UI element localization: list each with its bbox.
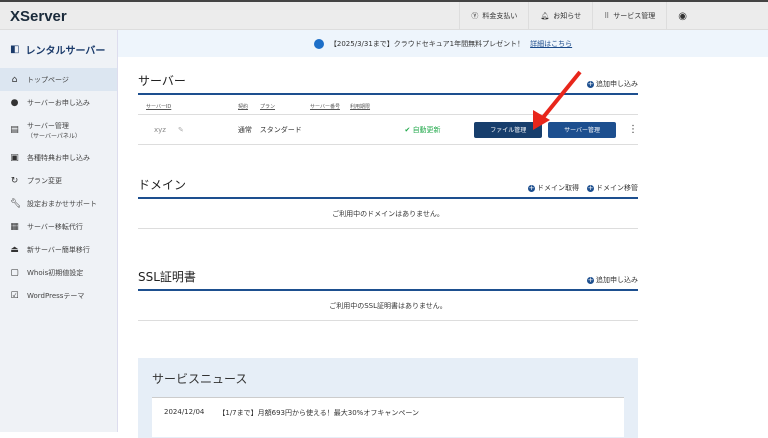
sidebar-item-benefits[interactable]: ▣ 各種特典お申し込み — [0, 146, 117, 169]
label: WordPressテーマ — [27, 291, 85, 300]
server-section: サーバー 追加申し込み サーバーID 契約 プラン サーバー番号 利用期限 xyz… — [138, 72, 638, 145]
label: 設定おまかせサポート — [27, 199, 97, 208]
add-server-button[interactable]: 追加申し込み — [587, 79, 638, 89]
sidebar-item-easy-migration[interactable]: ⏏ 新サーバー簡単移行 — [0, 238, 117, 261]
home-icon: ⌂ — [11, 74, 18, 85]
domain-empty: ご利用中のドメインはありません。 — [138, 199, 638, 229]
label: サーバーお申し込み — [27, 98, 90, 107]
nav-label: サービス管理 — [613, 12, 656, 20]
news-date: 2024/12/04 — [164, 408, 205, 416]
sidebar-item-support[interactable]: 🔧︎ 設定おまかせサポート — [0, 192, 117, 215]
logo[interactable]: XServer — [10, 8, 67, 25]
upload-icon: ⏏ — [10, 244, 19, 255]
whois-icon: ▢ — [10, 267, 19, 278]
promo-banner: 【2025/3/31まで】クラウドセキュア1年間無料プレゼント！ 詳細はこちら — [118, 30, 768, 57]
nav-payment[interactable]: Ⓨ 料金支払い — [459, 2, 528, 30]
label: サーバー移転代行 — [27, 222, 83, 231]
top-nav: Ⓨ 料金支払い 🔔︎ お知らせ ⠿ サービス管理 ◉ — [459, 2, 698, 30]
label: サーバー管理 （サーバーパネル） — [27, 121, 81, 140]
table-header: サーバーID 契約 プラン サーバー番号 利用期限 — [138, 99, 638, 115]
plan: スタンダード — [259, 125, 302, 134]
col-plan[interactable]: プラン — [260, 103, 310, 110]
top-bar: XServer Ⓨ 料金支払い 🔔︎ お知らせ ⠿ サービス管理 ◉ — [0, 0, 768, 30]
sidebar-item-server-panel[interactable]: ▤ サーバー管理 （サーバーパネル） — [0, 114, 117, 146]
sidebar: ◧ レンタルサーバー ⌂ トップページ ● サーバーお申し込み ▤ サーバー管理 （サーバ… — [0, 30, 118, 432]
sidebar-item-order[interactable]: ● サーバーお申し込み — [0, 91, 117, 114]
nav-label: 料金支払い — [482, 12, 518, 20]
domain-section: ドメイン ドメイン取得ドメイン移管 ご利用中のドメインはありません。 — [138, 176, 638, 229]
label: 新サーバー簡単移行 — [27, 245, 90, 254]
sidebar-item-wordpress[interactable]: ☑ WordPressテーマ — [0, 284, 117, 307]
server-id: xyz — [154, 125, 166, 134]
file-manager-button[interactable]: ファイル管理 — [474, 121, 543, 138]
edit-icon[interactable]: ✎ — [178, 126, 238, 134]
news-title: サービスニュース — [152, 372, 248, 386]
sidebar-item-migration[interactable]: ▦ サーバー移転代行 — [0, 215, 117, 238]
banner-link[interactable]: 詳細はこちら — [530, 39, 572, 49]
plus-circle-icon: ● — [10, 97, 19, 108]
account-button[interactable]: ◉ — [666, 2, 698, 30]
server-manage-button[interactable]: サーバー管理 — [548, 121, 616, 138]
add-ssl-button[interactable]: 追加申し込み — [587, 275, 638, 285]
col-id[interactable]: サーバーID — [138, 103, 238, 110]
banner-text: 【2025/3/31まで】クラウドセキュア1年間無料プレゼント！ — [329, 39, 525, 48]
wordpress-icon: ☑ — [10, 290, 19, 301]
news-item[interactable]: 2024/12/04 【1/7まで】月額693円から使える！最大30%オフキャンペ… — [152, 397, 624, 437]
col-contract[interactable]: 契約 — [238, 103, 260, 110]
label: プラン変更 — [27, 176, 62, 185]
nav-label: お知らせ — [553, 12, 582, 20]
grid-icon: ⠿ — [604, 12, 610, 20]
megaphone-icon — [313, 38, 324, 49]
sidebar-item-plan[interactable]: ↻ プラン変更 — [0, 169, 117, 192]
label: トップページ — [27, 75, 69, 84]
table-row: xyz ✎ 通常 スタンダード ✔ 自動更新 ファイル管理 サーバー管理 ⋮ — [138, 115, 638, 145]
user-icon: ◉ — [678, 10, 687, 22]
ssl-section: SSL証明書 追加申し込み ご利用中のSSL証明書はありません。 — [138, 268, 638, 321]
contract: 通常 — [237, 125, 252, 134]
refresh-icon: ↻ — [10, 175, 19, 186]
get-domain-button[interactable]: ドメイン取得 — [528, 183, 579, 193]
more-icon[interactable]: ⋮ — [628, 124, 638, 135]
transfer-icon: ▦ — [10, 221, 19, 232]
label-sub: （サーバーパネル） — [27, 132, 81, 140]
news-text: 【1/7まで】月額693円から使える！最大30%オフキャンペーン — [218, 409, 419, 417]
news-section: サービスニュース 2024/12/04 【1/7まで】月額693円から使える！最大… — [138, 358, 638, 438]
auto-renew-status: ✔ 自動更新 — [404, 125, 441, 134]
status-text: 自動更新 — [412, 125, 441, 134]
sidebar-item-whois[interactable]: ▢ Whois初期値設定 — [0, 261, 117, 284]
ssl-empty: ご利用中のSSL証明書はありません。 — [138, 291, 638, 321]
gift-icon: ▣ — [10, 152, 19, 163]
yen-icon: Ⓨ — [471, 12, 479, 20]
wrench-icon: 🔧︎ — [10, 198, 22, 209]
label-main: サーバー管理 — [27, 121, 69, 130]
label: Whois初期値設定 — [27, 268, 84, 277]
nav-notifications[interactable]: 🔔︎ お知らせ — [528, 2, 592, 30]
col-expiry[interactable]: 利用期限 — [350, 103, 370, 110]
label: 各種特典お申し込み — [27, 153, 90, 162]
brand-label: レンタルサーバー — [25, 45, 106, 57]
sidebar-brand[interactable]: ◧ レンタルサーバー — [0, 30, 117, 68]
server-icon: ▤ — [10, 125, 19, 135]
section-title: サーバー — [138, 74, 186, 88]
section-title: ドメイン — [138, 178, 187, 192]
bell-icon: 🔔︎ — [540, 12, 550, 20]
section-title: SSL証明書 — [138, 270, 196, 284]
nav-service[interactable]: ⠿ サービス管理 — [592, 2, 666, 30]
col-number[interactable]: サーバー番号 — [310, 103, 350, 110]
sidebar-item-top[interactable]: ⌂ トップページ — [0, 68, 117, 91]
transfer-domain-button[interactable]: ドメイン移管 — [587, 183, 638, 193]
shield-icon: ◧ — [10, 43, 20, 55]
